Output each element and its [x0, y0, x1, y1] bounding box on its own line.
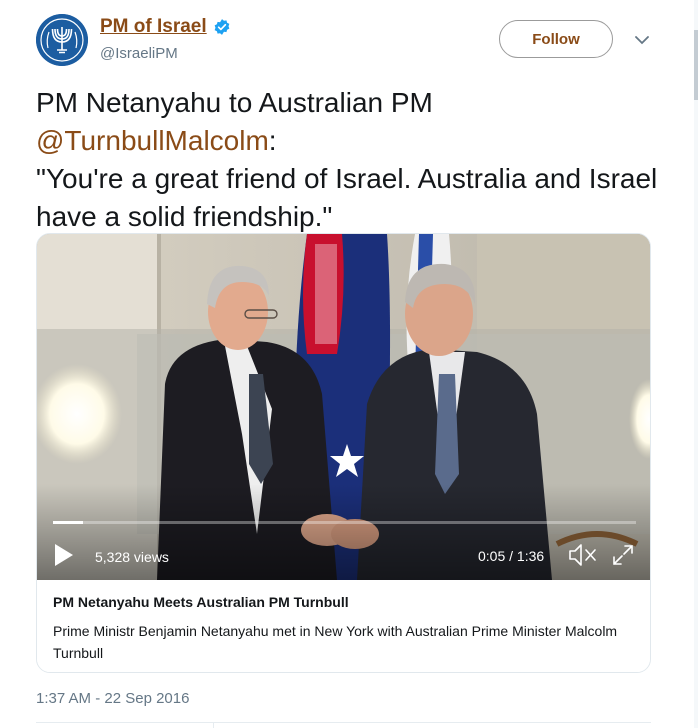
- video-progress-bar[interactable]: [53, 521, 636, 524]
- video-progress-fill: [53, 521, 84, 524]
- mention-link[interactable]: @TurnbullMalcolm: [36, 125, 269, 156]
- tweet-header: PM of Israel @IsraeliPM Follow: [36, 14, 698, 74]
- tweet-text: PM Netanyahu to Australian PM @TurnbullM…: [36, 84, 666, 236]
- tweet-text-intro: PM Netanyahu to Australian PM: [36, 87, 433, 118]
- play-icon[interactable]: [53, 542, 75, 568]
- fullscreen-icon[interactable]: [611, 543, 635, 567]
- video-frame: [37, 234, 650, 580]
- scrollbar[interactable]: [694, 0, 698, 728]
- divider: [36, 722, 651, 723]
- media-card[interactable]: 5,328 views 0:05 / 1:36 PM Netanyahu Mee…: [36, 233, 651, 673]
- display-name-link[interactable]: PM of Israel: [100, 16, 207, 38]
- verified-icon: [214, 19, 230, 35]
- chevron-down-icon[interactable]: [634, 32, 650, 48]
- avatar[interactable]: [36, 14, 88, 66]
- video-time: 0:05 / 1:36: [478, 548, 545, 564]
- follow-button[interactable]: Follow: [499, 20, 613, 58]
- tweet-quote: "You're a great friend of Israel. Austra…: [36, 163, 658, 232]
- video-player[interactable]: 5,328 views 0:05 / 1:36: [37, 234, 650, 580]
- tweet-text-colon: :: [268, 125, 277, 156]
- handle[interactable]: @IsraeliPM: [100, 45, 178, 62]
- name-line: PM of Israel: [100, 16, 231, 38]
- mute-icon[interactable]: [567, 542, 599, 568]
- tweet-timestamp[interactable]: 1:37 AM - 22 Sep 2016: [36, 690, 189, 707]
- card-title[interactable]: PM Netanyahu Meets Australian PM Turnbul…: [53, 594, 349, 610]
- israel-emblem-avatar: [36, 14, 88, 66]
- card-info[interactable]: PM Netanyahu Meets Australian PM Turnbul…: [37, 580, 650, 672]
- divider-tick: [213, 722, 214, 728]
- view-count: 5,328 views: [95, 549, 169, 565]
- card-description: Prime Ministr Benjamin Netanyahu met in …: [53, 623, 618, 661]
